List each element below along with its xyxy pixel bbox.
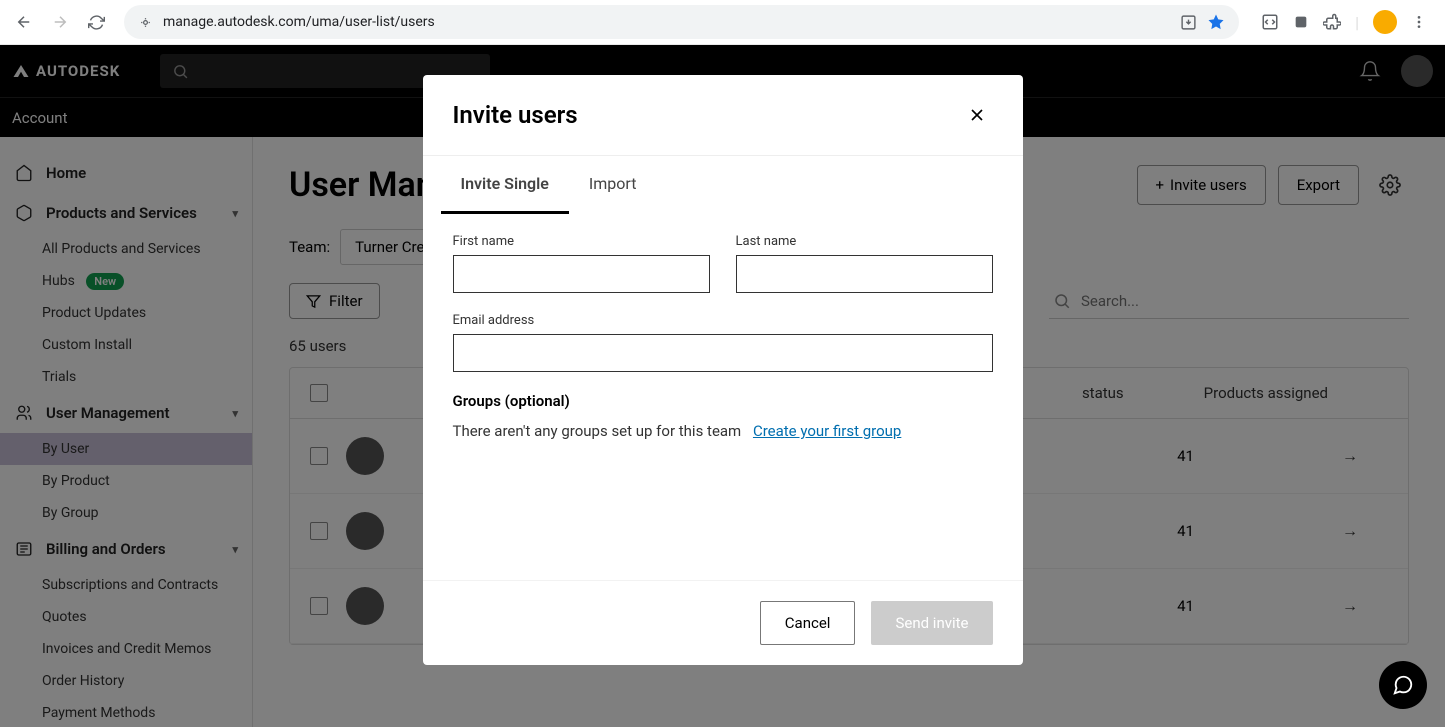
- devtools-icon[interactable]: [1261, 13, 1279, 31]
- browser-bar: manage.autodesk.com/uma/user-list/users …: [0, 0, 1445, 45]
- url-text: manage.autodesk.com/uma/user-list/users: [163, 14, 435, 30]
- modal-overlay[interactable]: Invite users Invite Single Import First …: [0, 45, 1445, 727]
- tab-import[interactable]: Import: [569, 156, 657, 214]
- site-info-icon[interactable]: [138, 15, 153, 30]
- url-bar[interactable]: manage.autodesk.com/uma/user-list/users: [124, 5, 1239, 39]
- cancel-button[interactable]: Cancel: [760, 601, 856, 645]
- groups-message: There aren't any groups set up for this …: [453, 422, 742, 440]
- last-name-label: Last name: [736, 234, 993, 249]
- groups-title: Groups (optional): [453, 392, 993, 410]
- back-button[interactable]: [10, 8, 38, 36]
- bookmark-star-icon[interactable]: [1207, 13, 1225, 31]
- create-group-link[interactable]: Create your first group: [753, 422, 901, 440]
- invite-modal: Invite users Invite Single Import First …: [423, 75, 1023, 665]
- last-name-input[interactable]: [736, 255, 993, 293]
- forward-button[interactable]: [46, 8, 74, 36]
- email-input[interactable]: [453, 334, 993, 372]
- email-label: Email address: [453, 313, 993, 328]
- install-icon[interactable]: [1180, 14, 1197, 31]
- tab-invite-single[interactable]: Invite Single: [441, 156, 569, 214]
- close-button[interactable]: [961, 99, 993, 131]
- modal-tabs: Invite Single Import: [423, 155, 1023, 214]
- first-name-label: First name: [453, 234, 710, 249]
- send-invite-button[interactable]: Send invite: [871, 601, 992, 645]
- modal-title: Invite users: [453, 101, 578, 129]
- extensions-icon[interactable]: [1323, 13, 1341, 31]
- chat-button[interactable]: [1379, 661, 1427, 709]
- extension-icon[interactable]: [1293, 14, 1309, 30]
- modal-footer: Cancel Send invite: [423, 580, 1023, 665]
- modal-body: First name Last name Email address Group…: [423, 214, 1023, 580]
- reload-button[interactable]: [82, 8, 110, 36]
- groups-text: There aren't any groups set up for this …: [453, 422, 993, 440]
- chat-icon: [1392, 674, 1414, 696]
- close-icon: [967, 105, 987, 125]
- chrome-menu-icon[interactable]: [1411, 14, 1427, 30]
- extensions-area: |: [1253, 10, 1435, 34]
- chrome-profile-icon[interactable]: [1373, 10, 1397, 34]
- first-name-input[interactable]: [453, 255, 710, 293]
